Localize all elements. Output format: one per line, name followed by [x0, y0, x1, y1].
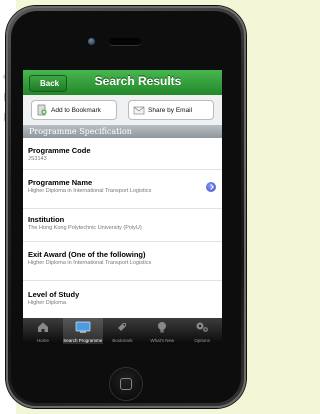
home-button[interactable] — [110, 368, 142, 400]
tab-bar: Home Search Programme Bookmark What's Ne… — [23, 318, 222, 344]
tab-label: Search Programme — [63, 338, 103, 343]
field-label: Programme Name — [28, 178, 93, 187]
tab-label: Options — [194, 338, 210, 343]
app-screen: Back Search Results Add to Bookmark Shar… — [23, 70, 222, 344]
home-button-square-icon — [120, 378, 132, 390]
add-to-bookmark-label: Add to Bookmark — [51, 106, 101, 114]
field-label: Level of Study — [28, 290, 80, 299]
gears-icon — [196, 322, 209, 332]
field-value: The Hong Kong Polytechnic University (Po… — [28, 225, 142, 231]
field-label: Programme Code — [28, 146, 91, 155]
share-by-email-label: Share by Email — [148, 106, 193, 114]
home-icon — [37, 322, 48, 332]
field-value: Higher Diploma — [28, 300, 66, 306]
field-programme-name[interactable]: Programme Name Higher Diploma in Interna… — [23, 170, 222, 209]
tab-label: Bookmark — [112, 338, 133, 343]
front-camera — [88, 38, 95, 45]
page-title: Search Results — [94, 74, 182, 88]
tab-home[interactable]: Home — [23, 318, 63, 344]
lightbulb-icon — [158, 322, 167, 333]
search-programme-icon — [75, 321, 91, 333]
email-icon — [133, 106, 145, 115]
tab-options[interactable]: Options — [182, 318, 222, 344]
add-to-bookmark-button[interactable]: Add to Bookmark — [31, 100, 117, 120]
tab-search-programme[interactable]: Search Programme — [62, 318, 103, 344]
field-programme-code: Programme Code JS3143 — [23, 139, 222, 170]
field-label: Exit Award (One of the following) — [28, 250, 146, 259]
field-institution: Institution The Hong Kong Polytechnic Un… — [23, 209, 222, 242]
field-value: JS3143 — [28, 156, 47, 162]
action-toolbar: Add to Bookmark Share by Email — [23, 95, 222, 125]
field-value: Higher Diploma in International Transpor… — [28, 260, 152, 266]
section-header: Programme Specification — [23, 125, 222, 138]
field-label: Institution — [28, 215, 65, 224]
tab-label: What's New — [150, 338, 175, 343]
tab-whats-new[interactable]: What's New — [142, 318, 182, 344]
field-value: Higher Diploma in International Transpor… — [28, 188, 152, 194]
detail-disclosure-icon[interactable] — [206, 182, 216, 192]
earpiece-speaker — [109, 38, 141, 45]
field-level-of-study: Level of Study Higher Diploma — [23, 281, 222, 318]
field-exit-award: Exit Award (One of the following) Higher… — [23, 242, 222, 281]
tab-bookmark[interactable]: Bookmark — [103, 318, 143, 344]
share-by-email-button[interactable]: Share by Email — [128, 100, 214, 120]
bookmark-add-icon — [37, 104, 47, 116]
bookmark-icon — [118, 323, 127, 331]
navigation-bar: Back Search Results — [23, 70, 222, 96]
back-button[interactable]: Back — [29, 75, 68, 92]
tab-label: Home — [36, 338, 49, 343]
